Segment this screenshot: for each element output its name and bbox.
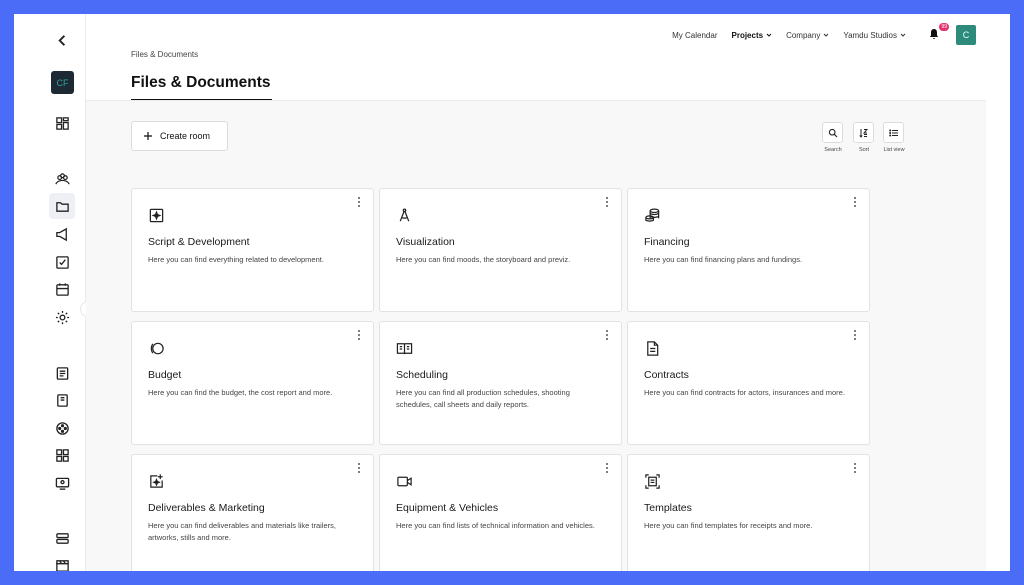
stack-icon[interactable] [49,525,75,551]
sidebar: CF [14,14,96,571]
card-title: Financing [644,236,690,248]
card-title: Deliverables & Marketing [148,502,265,514]
card-title: Contracts [644,369,689,381]
more-vertical-icon[interactable] [851,195,859,209]
room-card[interactable]: Scheduling Here you can find all product… [379,321,622,445]
project-avatar[interactable]: CF [51,71,74,94]
megaphone-icon[interactable] [49,221,75,247]
card-description: Here you can find moods, the storyboard … [396,255,571,264]
search-button[interactable]: Search [822,122,844,153]
chevron-down-icon [823,33,829,37]
card-description: Here you can find templates for receipts… [644,521,813,530]
sort-icon [853,122,874,143]
app-window: CF My Calendar Projects Company Yamdu St… [14,14,1010,571]
card-title: Visualization [396,236,455,248]
create-room-label: Create room [160,131,211,141]
room-card[interactable]: Budget Here you can find the budget, the… [131,321,374,445]
search-icon [822,122,843,143]
template-icon [644,473,662,491]
presentation-icon[interactable] [49,470,75,496]
card-description: Here you can find lists of technical inf… [396,521,595,530]
more-vertical-icon[interactable] [851,461,859,475]
plus-icon [144,132,152,140]
room-card[interactable]: Equipment & Vehicles Here you can find l… [379,454,622,571]
notification-badge: 99 [939,23,949,31]
room-card[interactable]: Templates Here you can find templates fo… [627,454,870,571]
card-title: Scheduling [396,369,448,381]
more-vertical-icon[interactable] [603,461,611,475]
more-vertical-icon[interactable] [355,195,363,209]
rooms-grid: Script & Development Here you can find e… [131,188,870,571]
card-description: Here you can find financing plans and fu… [644,255,803,264]
nav-projects-label: Projects [731,30,764,40]
card-description: Here you can find all production schedul… [396,388,570,409]
card-title: Script & Development [148,236,250,248]
more-vertical-icon[interactable] [355,328,363,342]
list-view-button[interactable]: List view [883,122,905,153]
more-vertical-icon[interactable] [603,195,611,209]
document-list-icon[interactable] [49,360,75,386]
nav-company[interactable]: Company [786,31,829,40]
chevron-left-icon[interactable] [49,27,75,53]
card-description: Here you can find everything related to … [148,255,324,264]
contract-icon [644,340,662,358]
nav-studio-label: Yamdu Studios [843,30,897,40]
grid-icon[interactable] [49,442,75,468]
card-title: Budget [148,369,182,381]
breadcrumb[interactable]: Files & Documents [131,50,198,59]
main-area: My Calendar Projects Company Yamdu Studi… [86,14,1010,571]
list-icon [883,122,904,143]
room-card[interactable]: Visualization Here you can find moods, t… [379,188,622,312]
list-view-label: List view [883,147,905,153]
card-description: Here you can find the budget, the cost r… [148,388,333,397]
schedule-book-icon [396,340,414,358]
compass-icon [396,207,414,225]
budget-icon [148,340,166,358]
top-navigation: My Calendar Projects Company Yamdu Studi… [672,22,976,48]
clapperboard-icon[interactable] [49,552,75,571]
room-card[interactable]: Deliverables & Marketing Here you can fi… [131,454,374,571]
chevron-down-icon [766,33,772,37]
card-title: Templates [644,502,692,514]
page-title: Files & Documents [131,74,271,91]
checkbox-icon[interactable] [49,249,75,275]
folder-icon[interactable] [49,193,75,219]
more-vertical-icon[interactable] [355,461,363,475]
settings-icon[interactable] [49,304,75,330]
bell-icon[interactable]: 99 [928,23,949,42]
room-card[interactable]: Contracts Here you can find contracts fo… [627,321,870,445]
sort-label: Sort [858,147,870,153]
card-title: Equipment & Vehicles [396,502,499,514]
room-card[interactable]: Financing Here you can find financing pl… [627,188,870,312]
more-vertical-icon[interactable] [603,328,611,342]
card-description: Here you can find contracts for actors, … [644,388,845,397]
user-avatar[interactable]: C [956,25,976,45]
dashboard-icon[interactable] [49,110,75,136]
video-camera-icon [396,473,414,491]
film-reel-icon[interactable] [49,415,75,441]
calendar-icon[interactable] [49,276,75,302]
sort-button[interactable]: Sort [853,122,875,153]
coins-icon [644,207,662,225]
create-room-button[interactable]: Create room [131,121,228,151]
notebook-icon[interactable] [49,387,75,413]
card-description: Here you can find deliverables and mater… [148,521,337,542]
search-label: Search [824,147,842,153]
script-icon [148,207,166,225]
people-icon[interactable] [49,166,75,192]
chevron-down-icon [900,33,906,37]
nav-company-label: Company [786,30,821,40]
nav-my-calendar[interactable]: My Calendar [672,31,717,40]
deliverables-icon [148,473,166,491]
nav-studio-switcher[interactable]: Yamdu Studios [843,31,906,40]
content-area: Create room Search Sort List view Script… [86,101,986,571]
room-card[interactable]: Script & Development Here you can find e… [131,188,374,312]
nav-projects[interactable]: Projects [732,31,773,40]
more-vertical-icon[interactable] [851,328,859,342]
